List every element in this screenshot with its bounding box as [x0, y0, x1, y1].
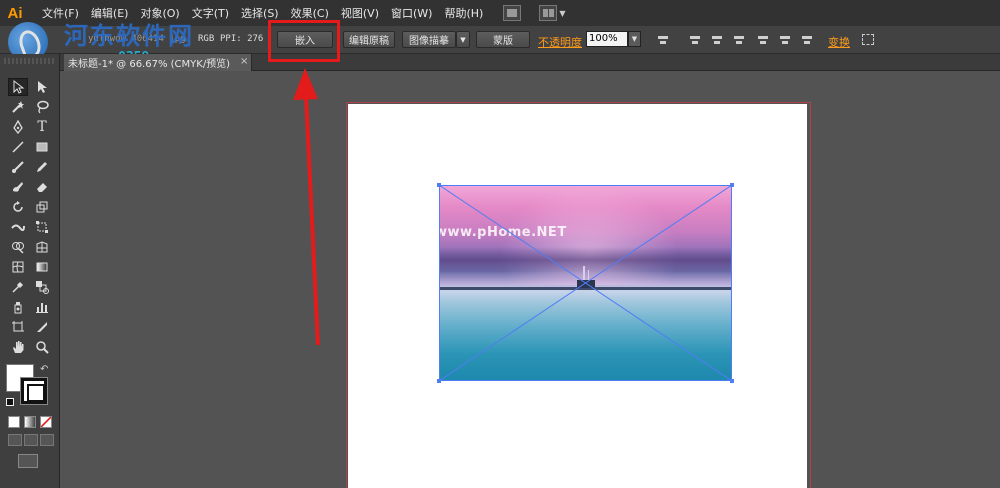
rectangle-tool-icon[interactable]: [32, 138, 52, 156]
mask-button[interactable]: 蒙版: [476, 31, 530, 48]
align-bottom-icon[interactable]: [802, 34, 814, 46]
artboard-tool-icon[interactable]: [8, 318, 28, 336]
resize-handle-top-left[interactable]: [437, 183, 441, 187]
line-segment-tool-icon[interactable]: [8, 138, 28, 156]
pen-tool-icon[interactable]: [8, 118, 28, 136]
resize-handle-bottom-left[interactable]: [437, 379, 441, 383]
menu-file[interactable]: 文件(F): [36, 5, 85, 21]
document-tab-title: 未标题-1* @ 66.67% (CMYK/预览): [68, 59, 231, 70]
align-left-icon[interactable]: [690, 34, 702, 46]
hand-tool-icon[interactable]: [8, 338, 28, 356]
document-tab-strip: 未标题-1* @ 66.67% (CMYK/预览) ×: [60, 54, 1000, 71]
screen-mode-icon[interactable]: [18, 454, 38, 468]
gradient-tool-icon[interactable]: [32, 258, 52, 276]
menu-help[interactable]: 帮助(H): [438, 5, 489, 21]
transform-link[interactable]: 变换: [828, 34, 850, 50]
eyedropper-tool-icon[interactable]: [8, 278, 28, 296]
ppi-value: PPI: 276: [220, 34, 264, 44]
chevron-down-icon[interactable]: ▼: [628, 31, 641, 47]
resize-handle-top-right[interactable]: [730, 183, 734, 187]
edit-original-button[interactable]: 编辑原稿: [343, 31, 395, 48]
draw-normal-icon[interactable]: [8, 434, 22, 446]
panel-grip[interactable]: [4, 58, 56, 64]
app-logo: Ai: [7, 4, 23, 22]
stroke-color-swatch[interactable]: [20, 377, 48, 405]
align-center-icon[interactable]: [712, 34, 724, 46]
chevron-down-icon: ▼: [460, 35, 466, 44]
color-mode-icon[interactable]: [8, 416, 20, 428]
select-align-icon[interactable]: [658, 34, 670, 46]
pencil-tool-icon[interactable]: [32, 158, 52, 176]
magic-wand-tool-icon[interactable]: [8, 98, 28, 116]
align-right-icon[interactable]: [734, 34, 746, 46]
close-icon[interactable]: ×: [240, 56, 248, 67]
align-top-icon[interactable]: [758, 34, 770, 46]
resize-handle-bottom-right[interactable]: [730, 379, 734, 383]
shape-builder-tool-icon[interactable]: [8, 238, 28, 256]
lasso-tool-icon[interactable]: [32, 98, 52, 116]
opacity-label[interactable]: 不透明度: [538, 34, 582, 50]
linked-filename[interactable]: ydlhwdw 406414 jpg: [88, 34, 186, 44]
image-bounding-box: [439, 185, 732, 381]
perspective-grid-tool-icon[interactable]: [32, 238, 52, 256]
menu-select[interactable]: 选择(S): [235, 5, 285, 21]
none-mode-icon[interactable]: [40, 416, 52, 428]
mask-label: 蒙版: [493, 36, 513, 47]
eraser-tool-icon[interactable]: [32, 178, 52, 196]
document-tab[interactable]: 未标题-1* @ 66.67% (CMYK/预览) ×: [64, 54, 252, 71]
zoom-tool-icon[interactable]: [32, 338, 52, 356]
blend-tool-icon[interactable]: [32, 278, 52, 296]
draw-behind-icon[interactable]: [24, 434, 38, 446]
image-trace-dropdown[interactable]: ▼: [456, 31, 470, 48]
rotate-tool-icon[interactable]: [8, 198, 28, 216]
control-bar: ydlhwdw 406414 jpg RGB PPI: 276 嵌入 编辑原稿 …: [0, 26, 1000, 54]
chevron-down-icon[interactable]: ▼: [559, 9, 565, 18]
menu-view[interactable]: 视图(V): [335, 5, 385, 21]
edit-original-label: 编辑原稿: [349, 36, 389, 47]
width-tool-icon[interactable]: [8, 218, 28, 236]
tools-panel: T ↶: [0, 54, 60, 488]
menu-bar: Ai 文件(F) 编辑(E) 对象(O) 文字(T) 选择(S) 效果(C) 视…: [0, 0, 1000, 26]
annotation-highlight-box: [268, 20, 340, 62]
gradient-mode-icon[interactable]: [24, 416, 36, 428]
mesh-tool-icon[interactable]: [8, 258, 28, 276]
blob-brush-tool-icon[interactable]: [8, 178, 28, 196]
image-trace-label: 图像描摹: [409, 36, 449, 47]
scale-tool-icon[interactable]: [32, 198, 52, 216]
menu-type[interactable]: 文字(T): [186, 5, 235, 21]
selection-tool-icon[interactable]: [8, 78, 28, 96]
opacity-input[interactable]: 100%: [586, 31, 628, 47]
type-tool-icon[interactable]: T: [32, 118, 52, 136]
draw-inside-icon[interactable]: [40, 434, 54, 446]
menu-window[interactable]: 窗口(W): [385, 5, 438, 21]
menu-object[interactable]: 对象(O): [134, 5, 185, 21]
arrange-documents-icon[interactable]: [539, 5, 558, 21]
paintbrush-tool-icon[interactable]: [8, 158, 28, 176]
isolate-icon[interactable]: [862, 34, 874, 45]
default-fill-stroke-icon[interactable]: [6, 398, 14, 406]
column-graph-tool-icon[interactable]: [32, 298, 52, 316]
color-mode: RGB: [198, 34, 215, 44]
symbol-sprayer-tool-icon[interactable]: [8, 298, 28, 316]
free-transform-tool-icon[interactable]: [32, 218, 52, 236]
bridge-icon[interactable]: [503, 5, 522, 21]
direct-selection-tool-icon[interactable]: [32, 78, 52, 96]
menu-effect[interactable]: 效果(C): [285, 5, 335, 21]
image-trace-button[interactable]: 图像描摹: [402, 31, 456, 48]
canvas-area[interactable]: www.pHome.NET: [61, 72, 1000, 488]
swap-fill-stroke-icon[interactable]: ↶: [40, 364, 48, 375]
slice-tool-icon[interactable]: [32, 318, 52, 336]
align-middle-icon[interactable]: [780, 34, 792, 46]
menu-edit[interactable]: 编辑(E): [85, 5, 135, 21]
